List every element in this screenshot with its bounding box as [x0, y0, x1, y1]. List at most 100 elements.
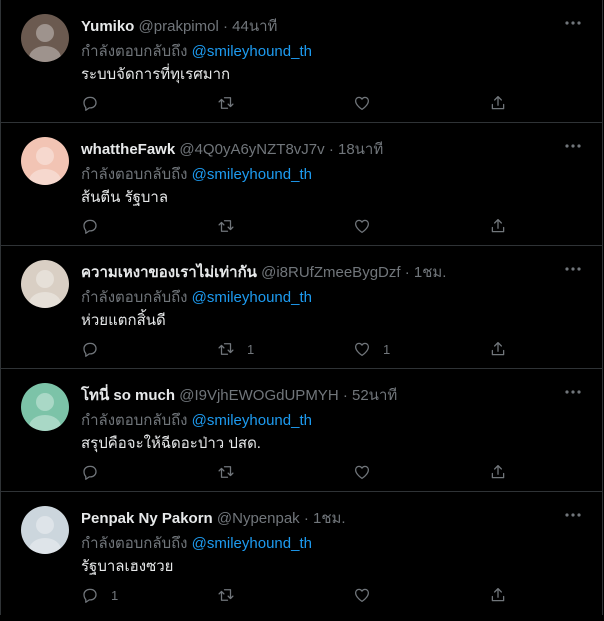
mention-link[interactable]: @smileyhound_th	[192, 412, 312, 429]
replying-to-label: กำลังตอบกลับถึง	[81, 289, 188, 306]
tweet[interactable]: Penpak Ny Pakorn @Nypenpak · 1ชม. กำลังต…	[1, 492, 602, 615]
timestamp[interactable]: 1ชม.	[313, 510, 346, 527]
display-name[interactable]: whattheFawk	[81, 141, 175, 158]
avatar[interactable]	[21, 260, 69, 308]
replying-to: กำลังตอบกลับถึง @smileyhound_th	[81, 408, 312, 432]
separator-dot: ·	[222, 18, 228, 35]
avatar-image	[21, 137, 69, 185]
display-name[interactable]: โทนี่ so much	[81, 387, 175, 404]
share-button[interactable]	[489, 584, 507, 606]
timestamp[interactable]: 1ชม.	[414, 264, 447, 281]
replying-to-label: กำลังตอบกลับถึง	[81, 412, 188, 429]
more-icon	[565, 390, 581, 394]
more-icon	[565, 144, 581, 148]
retweet-button[interactable]	[217, 461, 247, 483]
mention-link[interactable]: @smileyhound_th	[192, 166, 312, 183]
avatar[interactable]	[21, 14, 69, 62]
reply-feed: Yumiko @prakpimol · 44นาที กำลังตอบกลับถ…	[0, 0, 603, 615]
like-count: 1	[383, 341, 391, 357]
share-icon	[491, 464, 505, 479]
username-handle[interactable]: @I9VjhEWOGdUPMYH	[179, 387, 338, 404]
retweet-button[interactable]	[217, 584, 247, 606]
reply-button[interactable]	[81, 338, 111, 360]
separator-dot: ·	[404, 264, 410, 281]
reply-button[interactable]: 1	[81, 584, 118, 606]
share-button[interactable]	[489, 215, 507, 237]
separator-dot: ·	[303, 510, 309, 527]
avatar[interactable]	[21, 137, 69, 185]
tweet[interactable]: โทนี่ so much @I9VjhEWOGdUPMYH · 52นาที …	[1, 369, 602, 492]
tweet-text: ระบบจัดการที่ทุเรศมาก	[81, 66, 231, 83]
more-options-button[interactable]	[562, 381, 584, 403]
like-button[interactable]	[353, 215, 383, 237]
timestamp[interactable]: 52นาที	[352, 387, 397, 404]
share-button[interactable]	[489, 461, 507, 483]
display-name[interactable]: Yumiko	[81, 18, 134, 35]
share-icon	[491, 341, 505, 356]
retweet-button[interactable]: 1	[217, 338, 254, 360]
avatar[interactable]	[21, 383, 69, 431]
share-icon	[491, 587, 505, 602]
avatar-image	[21, 383, 69, 431]
tweet-text: ห่วยแตกสิ้นดี	[81, 312, 166, 329]
share-icon	[491, 218, 505, 233]
more-options-button[interactable]	[562, 504, 584, 526]
replying-to: กำลังตอบกลับถึง @smileyhound_th	[81, 162, 312, 186]
username-handle[interactable]: @i8RUfZmeeBygDzf	[261, 264, 400, 281]
retweet-icon	[218, 466, 234, 478]
tweet-header: Yumiko @prakpimol · 44นาที	[81, 14, 277, 38]
avatar[interactable]	[21, 506, 69, 554]
like-button[interactable]: 1	[353, 338, 390, 360]
replying-to: กำลังตอบกลับถึง @smileyhound_th	[81, 531, 312, 555]
timestamp[interactable]: 44นาที	[232, 18, 277, 35]
retweet-icon	[218, 220, 234, 232]
reply-icon	[83, 588, 97, 603]
mention-link[interactable]: @smileyhound_th	[192, 43, 312, 60]
tweet[interactable]: ความเหงาของเราไม่เท่ากัน @i8RUfZmeeBygDz…	[1, 246, 602, 369]
username-handle[interactable]: @Nypenpak	[217, 510, 300, 527]
tweet-actions	[81, 215, 521, 237]
like-button[interactable]	[353, 92, 383, 114]
tweet-header: Penpak Ny Pakorn @Nypenpak · 1ชม.	[81, 506, 346, 530]
avatar-image	[21, 506, 69, 554]
more-options-button[interactable]	[562, 12, 584, 34]
username-handle[interactable]: @4Q0yA6yNZT8vJ7v	[179, 141, 324, 158]
retweet-button[interactable]	[217, 215, 247, 237]
username-handle[interactable]: @prakpimol	[139, 18, 219, 35]
like-button[interactable]	[353, 461, 383, 483]
separator-dot: ·	[328, 141, 334, 158]
reply-icon	[83, 342, 97, 357]
retweet-icon	[218, 343, 234, 355]
separator-dot: ·	[342, 387, 348, 404]
heart-icon	[354, 465, 370, 480]
reply-icon	[83, 219, 97, 234]
tweet-header: ความเหงาของเราไม่เท่ากัน @i8RUfZmeeBygDz…	[81, 260, 446, 284]
like-button[interactable]	[353, 584, 383, 606]
reply-button[interactable]	[81, 215, 111, 237]
tweet-actions: 1	[81, 584, 521, 606]
tweet-text: ส้นตีน รัฐบาล	[81, 189, 169, 206]
more-icon	[565, 21, 581, 25]
tweet[interactable]: whattheFawk @4Q0yA6yNZT8vJ7v · 18นาที กำ…	[1, 123, 602, 246]
mention-link[interactable]: @smileyhound_th	[192, 535, 312, 552]
mention-link[interactable]: @smileyhound_th	[192, 289, 312, 306]
tweet[interactable]: Yumiko @prakpimol · 44นาที กำลังตอบกลับถ…	[1, 0, 602, 123]
more-options-button[interactable]	[562, 258, 584, 280]
retweet-icon	[218, 97, 234, 109]
reply-button[interactable]	[81, 461, 111, 483]
more-options-button[interactable]	[562, 135, 584, 157]
tweet-actions	[81, 92, 521, 114]
reply-icon	[83, 465, 97, 480]
tweet-text: สรุปคือจะให้ฉีดอะป่าว ปสด.	[81, 435, 261, 452]
share-button[interactable]	[489, 92, 507, 114]
heart-icon	[354, 588, 370, 603]
retweet-button[interactable]	[217, 92, 247, 114]
display-name[interactable]: Penpak Ny Pakorn	[81, 510, 213, 527]
display-name[interactable]: ความเหงาของเราไม่เท่ากัน	[81, 264, 257, 281]
replying-to: กำลังตอบกลับถึง @smileyhound_th	[81, 285, 312, 309]
reply-icon	[83, 96, 97, 111]
share-button[interactable]	[489, 338, 507, 360]
timestamp[interactable]: 18นาที	[338, 141, 383, 158]
reply-button[interactable]	[81, 92, 111, 114]
avatar-image	[21, 14, 69, 62]
